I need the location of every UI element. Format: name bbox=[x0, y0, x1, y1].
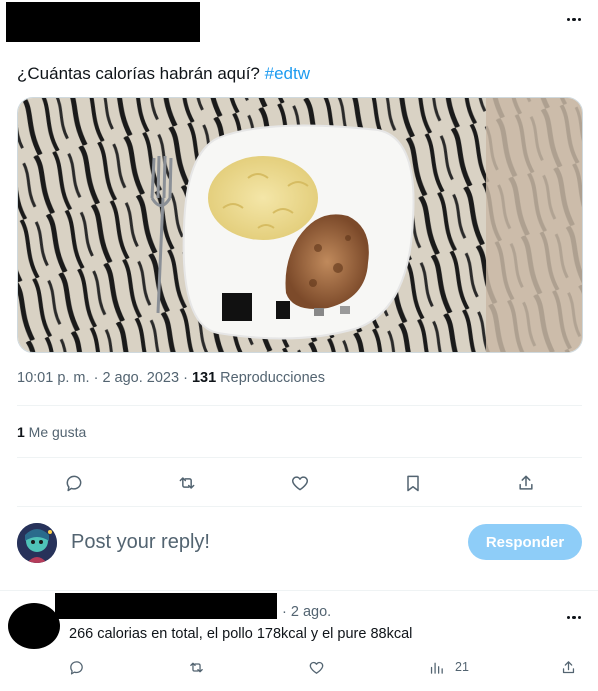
reply-author-avatar[interactable] bbox=[8, 603, 60, 649]
hashtag-link[interactable]: #edtw bbox=[265, 64, 310, 83]
reply-views-button[interactable]: 21 bbox=[428, 654, 469, 680]
tweet-body: ¿Cuántas calorías habrán aquí? bbox=[17, 64, 265, 83]
tweet-photo[interactable] bbox=[17, 97, 583, 353]
user-avatar[interactable] bbox=[17, 523, 57, 563]
redacted-author-name bbox=[6, 2, 200, 42]
tweet-meta: 10:01 p. m. · 2 ago. 2023 · 131 Reproduc… bbox=[17, 370, 325, 386]
reply-icon bbox=[70, 660, 83, 675]
reply-more-options-icon[interactable] bbox=[566, 608, 583, 619]
divider bbox=[17, 457, 582, 458]
avatar-character-icon bbox=[17, 523, 57, 563]
heart-icon bbox=[309, 661, 324, 674]
heart-icon bbox=[291, 476, 308, 491]
reply-share-button[interactable] bbox=[560, 654, 577, 680]
views-count: 131 bbox=[191, 370, 217, 386]
reply-reply-button[interactable] bbox=[68, 654, 85, 680]
tweet-action-bar bbox=[17, 466, 582, 500]
reply-like-button[interactable] bbox=[308, 654, 325, 680]
share-icon bbox=[562, 660, 575, 673]
likes-summary[interactable]: 1 Me gusta bbox=[17, 424, 86, 440]
reply-text: 266 calorias en total, el pollo 178kcal … bbox=[69, 626, 413, 642]
reply-input[interactable]: Post your reply! bbox=[71, 531, 210, 554]
bookmark-icon bbox=[406, 475, 419, 492]
divider bbox=[17, 405, 582, 406]
meta-separator: · bbox=[89, 370, 103, 386]
tweet-date[interactable]: 2 ago. 2023 bbox=[102, 370, 179, 386]
reply-date[interactable]: · 2 ago. bbox=[282, 604, 331, 620]
retweet-button[interactable] bbox=[170, 466, 204, 500]
retweet-icon bbox=[179, 477, 194, 489]
share-icon bbox=[518, 475, 533, 490]
tweet-text: ¿Cuántas calorías habrán aquí? #edtw bbox=[17, 62, 310, 86]
bookmark-button[interactable] bbox=[396, 466, 430, 500]
reply-retweet-button[interactable] bbox=[188, 654, 205, 680]
more-options-icon[interactable] bbox=[566, 10, 583, 21]
respond-button[interactable]: Responder bbox=[468, 524, 582, 560]
photo-food-plate bbox=[18, 98, 582, 352]
reply-action-bar: 21 bbox=[60, 654, 588, 680]
reply-composer: Post your reply! Responder bbox=[17, 522, 582, 566]
likes-label: Me gusta bbox=[24, 424, 87, 440]
redacted-reply-author-name bbox=[55, 593, 277, 619]
meta-separator: · bbox=[179, 370, 192, 386]
divider bbox=[17, 506, 582, 507]
reply-button[interactable] bbox=[57, 466, 91, 500]
reply-icon bbox=[66, 475, 81, 492]
section-divider bbox=[0, 590, 598, 591]
reply-views-count: 21 bbox=[455, 660, 469, 674]
tweet-time[interactable]: 10:01 p. m. bbox=[17, 370, 90, 386]
like-button[interactable] bbox=[283, 466, 317, 500]
likes-count: 1 bbox=[17, 424, 25, 440]
retweet-icon bbox=[190, 662, 203, 672]
share-button[interactable] bbox=[509, 466, 543, 500]
views-label: Reproducciones bbox=[216, 370, 325, 386]
views-chart-icon bbox=[430, 662, 443, 674]
